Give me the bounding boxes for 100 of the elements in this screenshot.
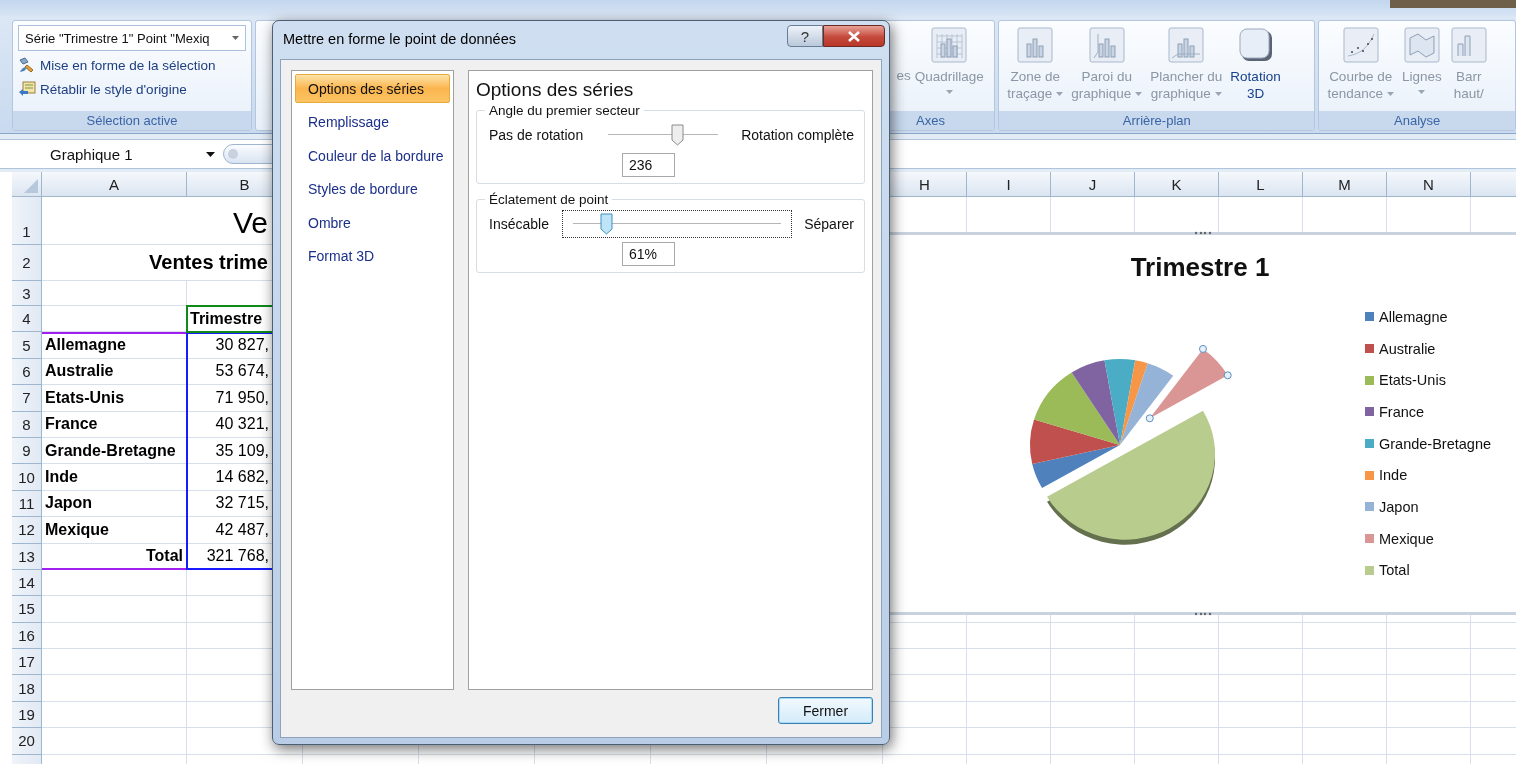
pie-slice[interactable] <box>1104 359 1136 445</box>
row-header[interactable]: 9 <box>12 437 42 465</box>
value-field[interactable]: 236 <box>622 153 675 177</box>
row-header[interactable]: 4 <box>12 306 42 333</box>
row-header[interactable]: 1 <box>12 197 42 245</box>
table-cell: Inde <box>42 464 187 491</box>
row-header[interactable]: 11 <box>12 490 42 518</box>
category-item[interactable]: Remplissage <box>295 107 450 137</box>
close-button[interactable] <box>823 25 885 47</box>
row-header[interactable]: 20 <box>12 728 42 755</box>
ribbon-button[interactable]: Rétablir le style d'origine <box>18 79 247 99</box>
select-all-corner[interactable] <box>12 172 42 197</box>
chart-title: Trimestre 1 <box>1130 252 1270 283</box>
column-header[interactable]: K <box>1135 172 1219 197</box>
reset-style-icon <box>18 81 36 97</box>
caret-icon <box>1214 91 1222 96</box>
row-header[interactable]: 14 <box>12 569 42 597</box>
caret-icon <box>1056 91 1064 96</box>
selection-dropdown[interactable]: Série "Trimestre 1" Point "Mexiq <box>18 25 247 51</box>
ribbon-button[interactable]: Rotation 3D <box>1226 24 1285 111</box>
category-item[interactable]: Options des séries <box>295 74 450 103</box>
legend-label: Grande-Bretagne <box>1379 435 1492 452</box>
column-header[interactable]: N <box>1387 172 1471 197</box>
row-header[interactable]: 18 <box>12 675 42 702</box>
paint-brush-icon <box>18 57 36 73</box>
selection-handle[interactable] <box>1223 371 1232 380</box>
caret-icon <box>945 90 953 94</box>
name-box[interactable]: Graphique 1 <box>40 143 223 165</box>
row-header[interactable]: 12 <box>12 517 42 544</box>
group-title: Angle du premier secteur <box>488 103 641 118</box>
close-button[interactable]: Fermer <box>778 697 873 724</box>
legend-label: Allemagne <box>1379 308 1448 325</box>
row-header[interactable]: 19 <box>12 701 42 729</box>
slider-label: Pas de rotation <box>489 127 584 143</box>
slider-label: Insécable <box>489 216 549 232</box>
column-header[interactable]: A <box>42 172 187 197</box>
resize-handle[interactable] <box>1194 231 1212 235</box>
bar-chart-icon <box>1449 26 1488 64</box>
pie-slice[interactable] <box>1071 360 1120 445</box>
cube-icon <box>1236 26 1275 64</box>
group-label: Analyse <box>1319 111 1515 130</box>
chart-wall-icon <box>1087 26 1126 64</box>
legend-label: Japon <box>1379 498 1419 515</box>
column-header[interactable]: M <box>1303 172 1387 197</box>
pie-slice[interactable] <box>1047 410 1215 545</box>
corner-triangle-icon <box>24 179 38 193</box>
lines-icon <box>1402 26 1441 64</box>
row-header[interactable]: 6 <box>12 358 42 386</box>
group-title: Éclatement de point <box>488 192 610 207</box>
group-label: Arrière-plan <box>999 111 1315 130</box>
group-label: Sélection active <box>13 111 252 130</box>
caret-icon <box>1418 90 1426 94</box>
caret-icon <box>232 36 240 40</box>
row-header[interactable]: 10 <box>12 464 42 491</box>
category-item[interactable]: Couleur de la bordure <box>295 141 450 171</box>
table-cell: Total <box>42 543 187 570</box>
row-header[interactable]: 7 <box>12 385 42 412</box>
table-cell: Japon <box>42 490 187 518</box>
selection-handle[interactable] <box>1198 344 1207 353</box>
row-header[interactable]: 8 <box>12 411 42 438</box>
row-header[interactable]: 15 <box>12 596 42 623</box>
value-field[interactable]: 61% <box>622 242 675 266</box>
table-cell: France <box>42 411 187 438</box>
row-header[interactable]: 5 <box>12 332 42 359</box>
column-header[interactable]: J <box>1051 172 1135 197</box>
resize-handle[interactable] <box>1194 612 1212 616</box>
chart-floor-icon <box>1167 26 1206 64</box>
table-cell: Grande-Bretagne <box>42 437 187 465</box>
slider-thumb[interactable] <box>671 124 685 146</box>
legend-label: Mexique <box>1379 530 1434 547</box>
caret-icon <box>1135 91 1143 96</box>
dialog-title: Mettre en forme le point de données <box>283 31 516 47</box>
plot-area-icon <box>1016 26 1055 64</box>
row-header[interactable]: 3 <box>12 281 42 306</box>
legend-label: Inde <box>1379 467 1408 484</box>
caret-icon <box>1386 91 1394 96</box>
legend-label: Etats-Unis <box>1379 372 1446 389</box>
pie-slice[interactable] <box>1032 445 1120 488</box>
column-header[interactable]: L <box>1219 172 1303 197</box>
row-header[interactable]: 2 <box>12 245 42 281</box>
legend-label: France <box>1379 403 1425 420</box>
row-header[interactable]: 17 <box>12 649 42 676</box>
pie-slice[interactable] <box>1030 419 1120 464</box>
ribbon-button[interactable]: Mise en forme de la sélection <box>18 55 247 75</box>
gridlines-icon <box>930 26 969 64</box>
table-cell: Allemagne <box>42 332 187 359</box>
legend-label: Australie <box>1379 340 1436 357</box>
pie-slice[interactable] <box>1034 372 1120 445</box>
slider-thumb[interactable] <box>600 213 614 235</box>
slider-label: Rotation complète <box>741 127 854 143</box>
row-header[interactable]: 13 <box>12 543 42 570</box>
help-button[interactable]: ? <box>787 25 823 47</box>
pie-slice[interactable] <box>1120 360 1148 445</box>
table-cell: Etats-Unis <box>42 385 187 412</box>
column-header[interactable]: I <box>967 172 1051 197</box>
row-header[interactable]: 16 <box>12 622 42 650</box>
close-icon <box>848 30 860 42</box>
table-cell: Australie <box>42 358 187 386</box>
pie-slice[interactable] <box>1120 363 1174 445</box>
selection-handle[interactable] <box>1145 414 1154 423</box>
